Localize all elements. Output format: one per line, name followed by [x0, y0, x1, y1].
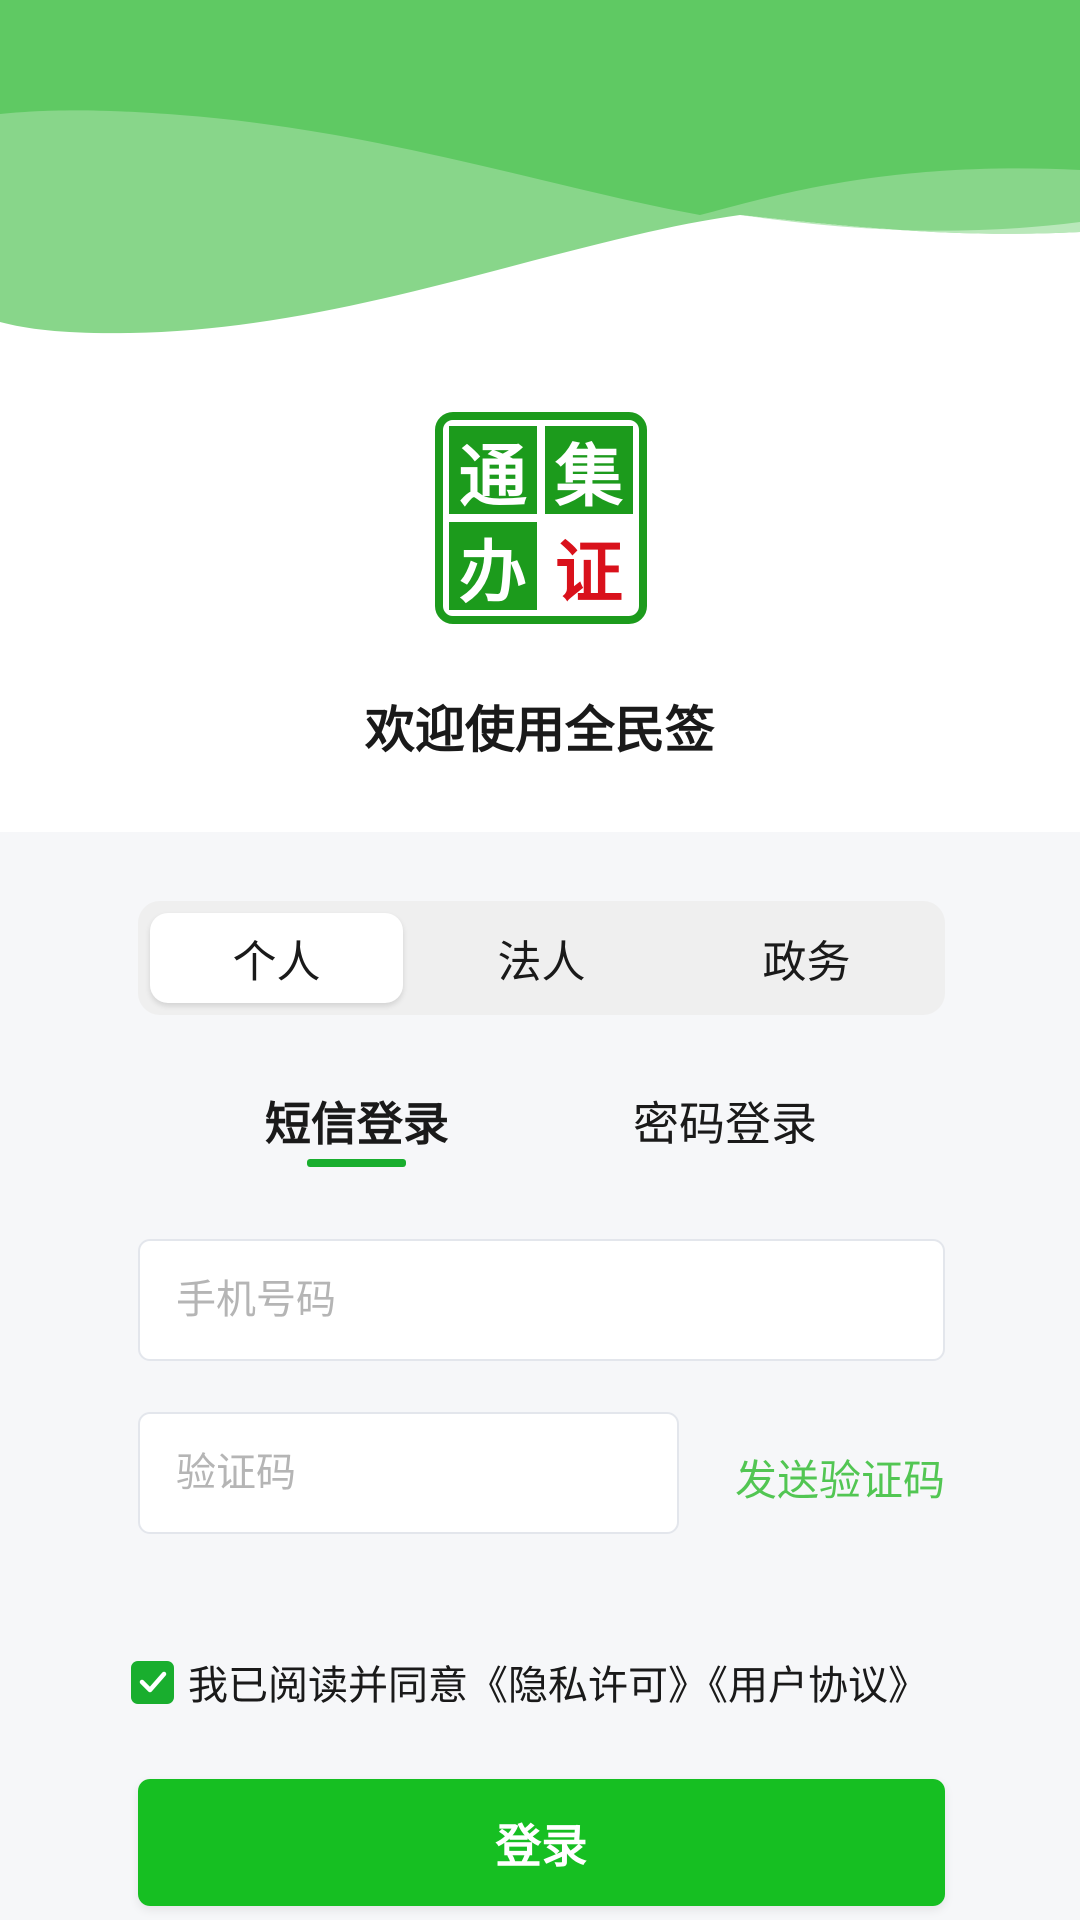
- logo-char-4: 证: [555, 533, 623, 613]
- agreement-row: 我已阅读并同意《隐私许可》《用户协议》: [131, 1657, 928, 1709]
- agreement-checkbox[interactable]: [131, 1660, 174, 1704]
- checkmark-icon: [139, 1671, 166, 1693]
- header-area: 通 集 办 证 欢迎使用全民签: [0, 0, 1080, 832]
- segment-personal[interactable]: 个人: [150, 913, 403, 1003]
- agreement-text: 我已阅读并同意《隐私许可》《用户协议》: [188, 1653, 928, 1711]
- agreement-prefix: 我已阅读并同意: [188, 1663, 468, 1709]
- phone-input[interactable]: [174, 1276, 943, 1324]
- privacy-link[interactable]: 《隐私许可》: [468, 1663, 708, 1709]
- segment-government[interactable]: 政务: [680, 913, 933, 1003]
- phone-field: [138, 1239, 945, 1361]
- segment-legal-person[interactable]: 法人: [415, 913, 668, 1003]
- verification-code-input[interactable]: [174, 1449, 677, 1497]
- logo-char-3: 办: [459, 533, 527, 613]
- tab-sms-login[interactable]: 短信登录: [237, 1088, 477, 1154]
- login-button[interactable]: 登录: [138, 1779, 945, 1906]
- terms-link[interactable]: 《用户协议》: [708, 1663, 928, 1709]
- header-wave: [0, 0, 1080, 340]
- welcome-title: 欢迎使用全民签: [365, 701, 715, 759]
- code-field: [138, 1412, 679, 1534]
- account-type-switcher: 个人 法人 政务: [138, 901, 945, 1015]
- app-logo: 通 集 办 证: [433, 410, 649, 626]
- tab-password-login[interactable]: 密码登录: [605, 1088, 845, 1154]
- active-tab-indicator: [307, 1159, 406, 1167]
- logo-char-2: 集: [554, 437, 623, 517]
- send-code-button[interactable]: 发送验证码: [728, 1447, 945, 1508]
- logo-char-1: 通: [459, 437, 527, 517]
